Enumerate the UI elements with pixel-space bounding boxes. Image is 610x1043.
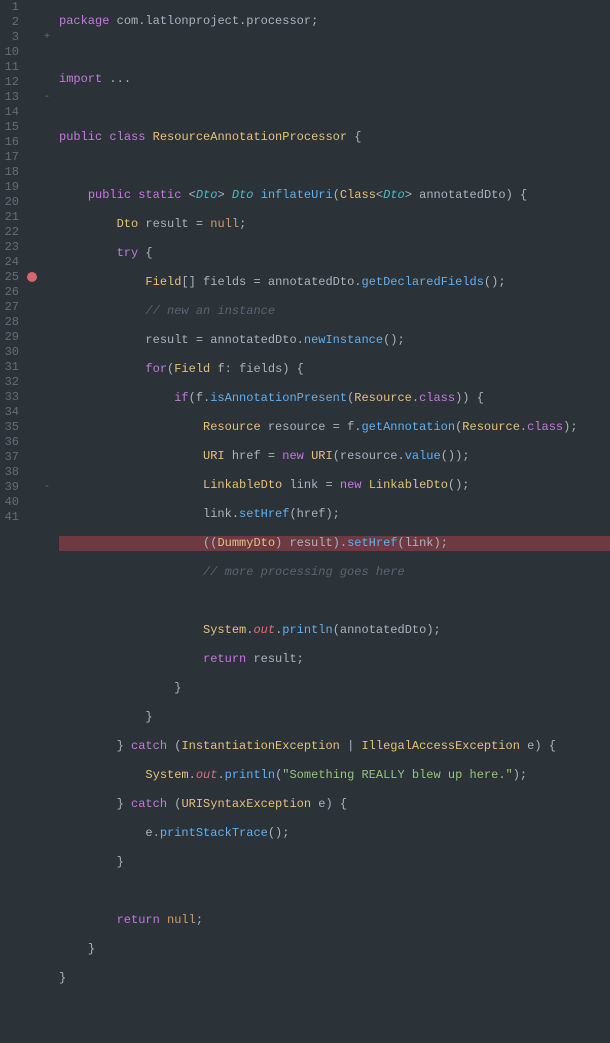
code-line: link.setHref(href); bbox=[59, 507, 610, 522]
code-line: return result; bbox=[59, 652, 610, 667]
line-number: 37 bbox=[3, 450, 19, 465]
line-number: 29 bbox=[3, 330, 19, 345]
line-number: 23 bbox=[3, 240, 19, 255]
fold-collapse-icon[interactable]: - bbox=[39, 90, 55, 105]
line-number: 22 bbox=[3, 225, 19, 240]
line-number: 11 bbox=[3, 60, 19, 75]
code-line: URI href = new URI(resource.value()); bbox=[59, 449, 610, 464]
line-number: 28 bbox=[3, 315, 19, 330]
line-numbers-gutter: 1 2 3 10 11 12 13 14 15 16 17 18 19 20 2… bbox=[3, 0, 27, 547]
fold-column[interactable]: + - - bbox=[39, 0, 55, 547]
code-line: package com.latlonproject.processor; bbox=[59, 14, 610, 29]
line-number: 20 bbox=[3, 195, 19, 210]
line-number: 18 bbox=[3, 165, 19, 180]
code-line: // new an instance bbox=[59, 304, 610, 319]
line-number: 15 bbox=[3, 120, 19, 135]
line-number: 30 bbox=[3, 345, 19, 360]
breakpoint-column[interactable] bbox=[27, 0, 39, 547]
code-line: } bbox=[59, 681, 610, 696]
line-number: 1 bbox=[3, 0, 19, 15]
code-editor[interactable]: 1 2 3 10 11 12 13 14 15 16 17 18 19 20 2… bbox=[0, 0, 610, 547]
line-number: 39 bbox=[3, 480, 19, 495]
code-line: } bbox=[59, 942, 610, 957]
code-line: result = annotatedDto.newInstance(); bbox=[59, 333, 610, 348]
code-line: try { bbox=[59, 246, 610, 261]
line-number: 12 bbox=[3, 75, 19, 90]
code-line: for(Field f: fields) { bbox=[59, 362, 610, 377]
line-number: 16 bbox=[3, 135, 19, 150]
line-number: 38 bbox=[3, 465, 19, 480]
code-line: System.out.println(annotatedDto); bbox=[59, 623, 610, 638]
line-number: 31 bbox=[3, 360, 19, 375]
line-number: 40 bbox=[3, 495, 19, 510]
line-number: 21 bbox=[3, 210, 19, 225]
line-number: 10 bbox=[3, 45, 19, 60]
line-number: 35 bbox=[3, 420, 19, 435]
fold-expand-icon[interactable]: + bbox=[39, 30, 55, 45]
code-line: } bbox=[59, 971, 610, 986]
code-line: e.printStackTrace(); bbox=[59, 826, 610, 841]
line-number: 41 bbox=[3, 510, 19, 525]
line-number: 13 bbox=[3, 90, 19, 105]
code-line: LinkableDto link = new LinkableDto(); bbox=[59, 478, 610, 493]
line-number: 34 bbox=[3, 405, 19, 420]
code-line: // more processing goes here bbox=[59, 565, 610, 580]
code-line: public class ResourceAnnotationProcessor… bbox=[59, 130, 610, 145]
code-line: System.out.println("Something REALLY ble… bbox=[59, 768, 610, 783]
line-number: 27 bbox=[3, 300, 19, 315]
code-line: import ... bbox=[59, 72, 610, 87]
code-line: } catch (URISyntaxException e) { bbox=[59, 797, 610, 812]
line-number: 33 bbox=[3, 390, 19, 405]
line-number: 17 bbox=[3, 150, 19, 165]
line-number: 24 bbox=[3, 255, 19, 270]
line-number: 3 bbox=[3, 30, 19, 45]
line-number: 14 bbox=[3, 105, 19, 120]
code-line: Field[] fields = annotatedDto.getDeclare… bbox=[59, 275, 610, 290]
breakpoint-marker[interactable] bbox=[27, 272, 39, 287]
code-line: Resource resource = f.getAnnotation(Reso… bbox=[59, 420, 610, 435]
fold-collapse-icon[interactable]: - bbox=[39, 480, 55, 495]
line-number: 32 bbox=[3, 375, 19, 390]
code-line: public static <Dto> Dto inflateUri(Class… bbox=[59, 188, 610, 203]
line-number: 36 bbox=[3, 435, 19, 450]
code-line: Dto result = null; bbox=[59, 217, 610, 232]
line-number: 19 bbox=[3, 180, 19, 195]
code-line: } bbox=[59, 710, 610, 725]
line-number: 26 bbox=[3, 285, 19, 300]
code-line: return null; bbox=[59, 913, 610, 928]
code-line: } catch (InstantiationException | Illega… bbox=[59, 739, 610, 754]
code-line: } bbox=[59, 855, 610, 870]
line-number: 2 bbox=[3, 15, 19, 30]
code-line: if(f.isAnnotationPresent(Resource.class)… bbox=[59, 391, 610, 406]
line-number: 25 bbox=[3, 270, 19, 285]
code-line-highlighted: ((DummyDto) result).setHref(link); bbox=[59, 536, 610, 551]
code-content[interactable]: package com.latlonproject.processor; imp… bbox=[55, 0, 610, 547]
